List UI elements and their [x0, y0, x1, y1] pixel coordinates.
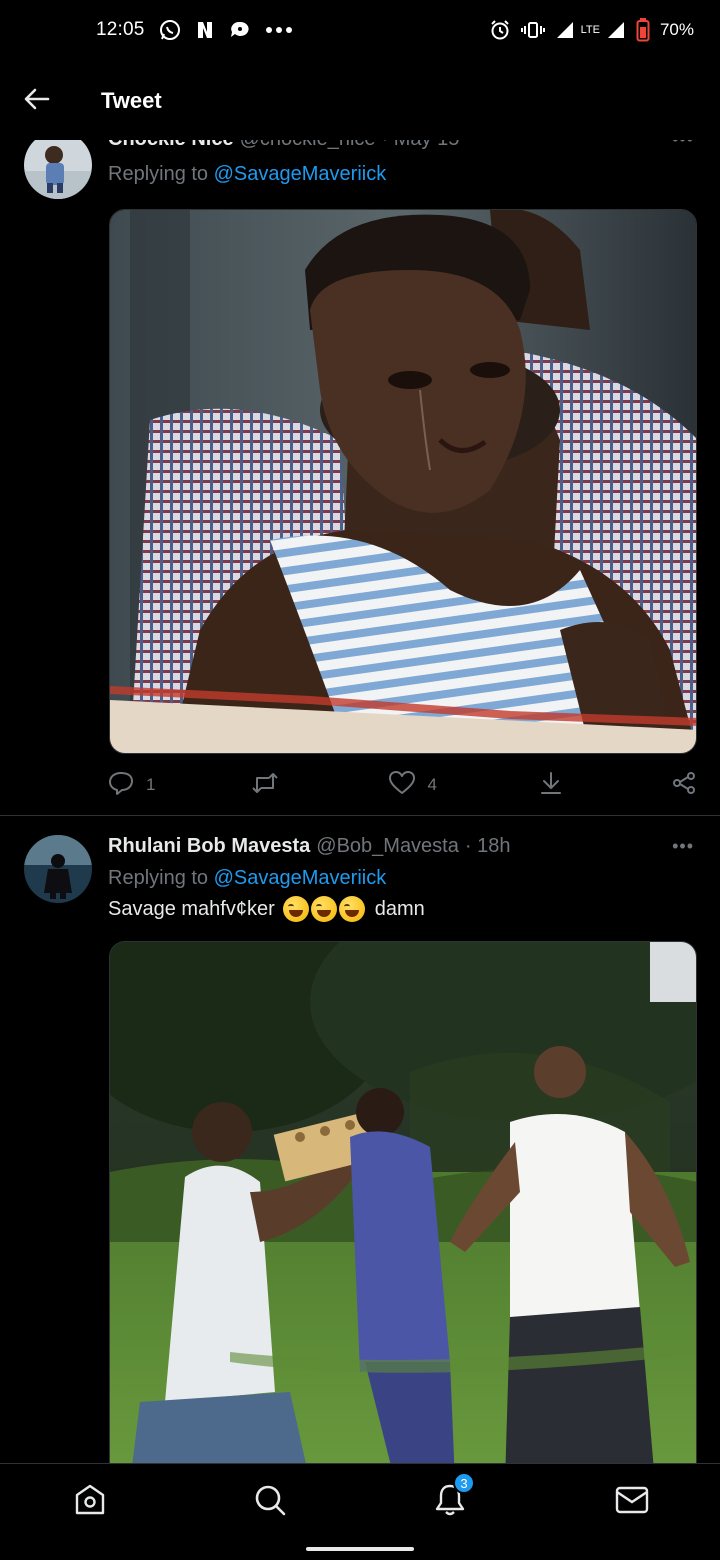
alarm-icon	[489, 19, 511, 41]
battery-icon	[636, 18, 650, 42]
tears-of-joy-emoji-icon	[338, 896, 365, 922]
mention-link[interactable]: @SavageMaveriick	[214, 867, 387, 889]
more-icon	[265, 26, 293, 34]
home-icon	[73, 1483, 107, 1522]
mention-link[interactable]: @SavageMaveriick	[214, 163, 387, 185]
bottom-nav: 3	[0, 1463, 720, 1560]
save-button[interactable]	[539, 771, 563, 800]
reply-count: 1	[146, 775, 156, 794]
retweet-icon	[251, 772, 279, 799]
messages-icon	[615, 1485, 649, 1520]
retweet-button[interactable]	[251, 772, 291, 799]
user-handle[interactable]: @Bob_Mavesta	[316, 835, 459, 858]
vibrate-icon	[520, 20, 545, 40]
arrow-left-icon	[24, 88, 50, 115]
reply-button[interactable]: 1	[108, 771, 155, 800]
replying-to: Replying to @SavageMaveriick	[108, 867, 386, 890]
like-button[interactable]: 4	[389, 770, 437, 800]
search-icon	[253, 1483, 287, 1522]
replying-prefix: Replying to	[108, 867, 209, 889]
replying-to: Replying to @SavageMaveriick	[108, 163, 386, 186]
whatsapp-icon	[159, 19, 181, 41]
display-name[interactable]: Rhulani Bob Mavesta	[108, 835, 310, 858]
signal-icon-2	[606, 20, 626, 40]
page-title: Tweet	[101, 88, 162, 113]
message-icon	[229, 20, 251, 40]
tweet-time: · 18h	[464, 835, 511, 857]
tweet-header: Rhulani Bob Mavesta @Bob_Mavesta · 18h •…	[108, 835, 694, 858]
divider	[0, 815, 720, 816]
tweet-text-end: damn	[374, 897, 425, 920]
avatar[interactable]	[24, 835, 92, 903]
tweet-photo[interactable]	[109, 941, 697, 1481]
status-time: 12:05	[96, 19, 145, 40]
avatar[interactable]	[24, 131, 92, 199]
battery-level: 70%	[659, 20, 694, 39]
status-bar: 12:05 LTE 70%	[0, 0, 720, 60]
gesture-bar	[306, 1547, 414, 1551]
more-options-icon[interactable]: •••	[672, 836, 694, 857]
netflix-icon	[195, 20, 215, 40]
like-count: 4	[427, 775, 437, 794]
nav-messages[interactable]	[602, 1482, 662, 1522]
notification-badge: 3	[453, 1472, 475, 1494]
tweet-text-start: Savage mahfv¢ker	[108, 897, 275, 920]
tears-of-joy-emoji-icon	[310, 896, 337, 922]
replying-prefix: Replying to	[108, 163, 209, 185]
heart-icon	[389, 770, 416, 800]
app-header: Tweet	[0, 62, 720, 140]
tweet-text: Savage mahfv¢ker damn	[108, 896, 425, 922]
share-button[interactable]	[672, 771, 696, 800]
network-type: LTE	[580, 23, 600, 36]
tears-of-joy-emoji-icon	[282, 896, 309, 922]
nav-notifications[interactable]: 3	[420, 1472, 480, 1522]
share-icon	[672, 771, 696, 800]
signal-icon	[555, 20, 575, 40]
tweet-photo[interactable]	[109, 209, 697, 754]
download-icon	[539, 771, 563, 800]
nav-home[interactable]	[60, 1482, 120, 1522]
tweet-actions: 1 4	[108, 769, 696, 801]
nav-search[interactable]	[240, 1482, 300, 1522]
back-button[interactable]	[0, 62, 74, 140]
reply-icon	[108, 771, 134, 800]
